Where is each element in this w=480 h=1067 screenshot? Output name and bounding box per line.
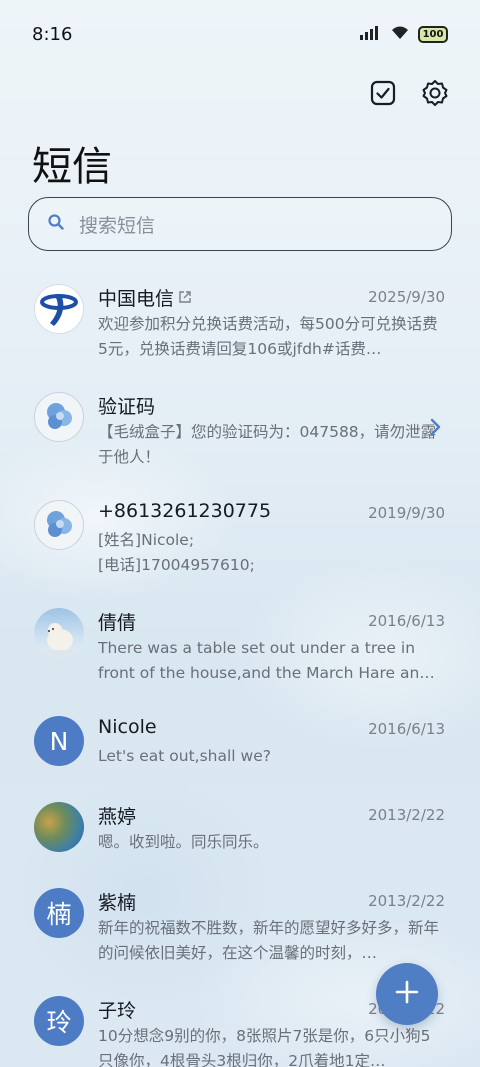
conversation-date: 2013/2/22 <box>368 892 445 910</box>
conversation-name: 倩倩 <box>98 612 137 634</box>
conversation-preview: Let's eat out,shall we? <box>98 747 271 765</box>
chevron-right-icon[interactable] <box>430 418 442 440</box>
conversation-preview: There was a table set out under a tree i… <box>98 639 435 682</box>
conversation-name: 中国电信 <box>98 284 192 311</box>
china-telecom-logo <box>34 284 84 334</box>
landscape-avatar <box>34 802 84 852</box>
blue-flower-avatar <box>34 500 84 550</box>
conversation-preview: [姓名]Nicole; [电话]17004957610; <box>98 531 255 574</box>
conversation-row[interactable]: 倩倩 2016/6/13 There was a table set out u… <box>0 594 480 702</box>
wifi-icon <box>390 24 410 44</box>
conversation-row[interactable]: N Nicole 2016/6/13 Let's eat out,shall w… <box>0 702 480 788</box>
external-link-icon <box>178 287 192 309</box>
conversation-date: 2016/6/13 <box>368 612 445 630</box>
avatar-letter: 楠 <box>34 888 84 938</box>
status-time: 8:16 <box>32 23 73 45</box>
search-input[interactable]: 搜索短信 <box>28 197 452 251</box>
conversation-preview: 10分想念9别的你，8张照片7张是你，6只小狗5只像你，4根骨头3根归你，2爪着… <box>98 1027 431 1067</box>
signal-icon <box>360 25 382 44</box>
conversation-name: 燕婷 <box>98 806 137 828</box>
search-placeholder: 搜索短信 <box>79 214 156 237</box>
compose-button[interactable] <box>376 963 438 1025</box>
conversation-name: 子玲 <box>98 1000 137 1022</box>
settings-gear-icon[interactable] <box>420 78 450 108</box>
select-checkbox-icon[interactable] <box>368 78 398 108</box>
conversation-row[interactable]: 燕婷 2013/2/22 嗯。收到啦。同乐同乐。 <box>0 788 480 874</box>
conversation-name: 验证码 <box>98 396 156 418</box>
top-actions <box>368 78 450 108</box>
conversation-date: 2016/6/13 <box>368 720 445 738</box>
compose-plus-icon <box>394 979 420 1009</box>
conversation-name: +8613261230775 <box>98 500 272 522</box>
search-icon <box>47 213 65 235</box>
avatar-letter: N <box>34 716 84 766</box>
conversation-preview: 欢迎参加积分兑换话费活动，每500分可兑换话费5元，兑换话费请回复106或jfd… <box>98 315 438 358</box>
conversation-preview: 新年的祝福数不胜数，新年的愿望好多好多，新年的问候依旧美好，在这个温馨的时刻，… <box>98 919 440 962</box>
avatar-letter: 玲 <box>34 996 84 1046</box>
conversation-preview: 嗯。收到啦。同乐同乐。 <box>98 833 269 851</box>
conversation-name: Nicole <box>98 716 157 738</box>
blue-flower-avatar <box>34 392 84 442</box>
conversation-name: 紫楠 <box>98 892 137 914</box>
conversation-row[interactable]: 中国电信 2025/9/30 欢迎参加积分兑换话费活动，每500分可兑换话费5元… <box>0 270 480 378</box>
page-title: 短信 <box>32 144 112 190</box>
conversation-date: 2013/2/22 <box>368 806 445 824</box>
conversation-list: 中国电信 2025/9/30 欢迎参加积分兑换话费活动，每500分可兑换话费5元… <box>0 270 480 1067</box>
status-icons: 100 <box>360 24 448 44</box>
battery-icon: 100 <box>418 25 448 43</box>
conversation-date: 2019/9/30 <box>368 504 445 522</box>
conversation-date: 2025/9/30 <box>368 288 445 306</box>
status-bar: 8:16 100 <box>0 0 480 68</box>
conversation-preview: 【毛绒盒子】您的验证码为：047588，请勿泄露于他人！ <box>98 423 437 466</box>
conversation-row[interactable]: 验证码 【毛绒盒子】您的验证码为：047588，请勿泄露于他人！ <box>0 378 480 486</box>
conversation-row[interactable]: +8613261230775 2019/9/30 [姓名]Nicole; [电话… <box>0 486 480 594</box>
polar-bear-avatar <box>34 608 84 658</box>
conversation-name-text: 中国电信 <box>98 288 175 310</box>
